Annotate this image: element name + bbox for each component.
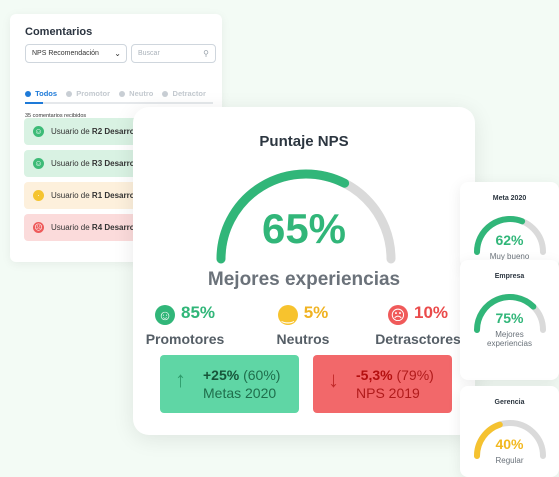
- dot-icon: [119, 90, 126, 97]
- mini-desc: Mejores experiencias: [487, 330, 532, 348]
- smile-icon: ☺: [33, 158, 44, 169]
- stat-detractores: ☹ 10% Detrasctores: [363, 303, 473, 347]
- comment-prefix: Usuario de: [51, 191, 92, 200]
- chat-icon: [25, 90, 31, 97]
- mini-title: Empresa: [494, 273, 525, 280]
- comparison-delta: +25%: [203, 367, 240, 383]
- stat-value: 85%: [180, 303, 216, 322]
- comparison-name: Metas 2020: [203, 385, 277, 401]
- filter-detractor[interactable]: Detractor: [162, 89, 206, 98]
- neutral-face-icon: ‿: [277, 305, 298, 325]
- comments-title: Comentarios: [25, 26, 93, 38]
- comment-prefix: Usuario de: [51, 223, 92, 232]
- filter-label: Neutro: [129, 89, 154, 98]
- arrow-up-icon: ↑: [175, 367, 186, 392]
- comment-filters: Todos Promotor Neutro Detractor: [25, 89, 213, 98]
- neutral-face-icon: ·: [33, 190, 44, 201]
- mini-card-empresa: Empresa 75% Mejores experiencias: [460, 260, 559, 380]
- stat-value: 10%: [413, 303, 449, 322]
- stat-neutros: ‿ 5% Neutros: [248, 303, 358, 347]
- comparison-nps-2019: ↓ -5,3% (79%) NPS 2019: [313, 355, 452, 413]
- smile-icon: ☺: [154, 305, 175, 325]
- filter-label: Detractor: [172, 89, 206, 98]
- nps-score: 65%: [261, 205, 347, 252]
- mini-value: 40%: [495, 436, 524, 452]
- filter-label: Promotor: [76, 89, 110, 98]
- arrow-down-icon: ↓: [328, 367, 339, 392]
- filter-underline: [25, 102, 213, 104]
- filter-promotor[interactable]: Promotor: [66, 89, 110, 98]
- chevron-down-icon: ⌄: [114, 49, 121, 58]
- mini-title: Meta 2020: [492, 195, 527, 202]
- search-placeholder: Buscar: [138, 50, 160, 57]
- mini-value: 62%: [495, 232, 524, 248]
- mini-card-gerencia: Gerencia 40% Regular: [460, 386, 559, 477]
- stat-promotores: ☺ 85% Promotores: [130, 303, 240, 347]
- filter-neutro[interactable]: Neutro: [119, 89, 153, 98]
- nps-select-value: NPS Recomendación: [32, 50, 99, 57]
- stat-label: Neutros: [276, 331, 330, 347]
- dot-icon: [162, 90, 169, 97]
- sad-face-icon: ☹: [387, 305, 408, 325]
- comparison-name: NPS 2019: [356, 385, 420, 401]
- stat-label: Promotores: [145, 331, 225, 347]
- comment-prefix: Usuario de: [51, 127, 92, 136]
- search-input[interactable]: Buscar ⚲: [131, 44, 216, 63]
- nps-select[interactable]: NPS Recomendación ⌄: [25, 44, 127, 63]
- stat-label: Detrasctores: [375, 331, 461, 347]
- stat-value: 5%: [303, 303, 329, 322]
- mini-card-meta-2020: Meta 2020 62% Muy bueno: [460, 182, 559, 268]
- smile-icon: ☺: [33, 126, 44, 137]
- nps-label: Mejores experiencias: [207, 269, 401, 290]
- comparison-metas: ↑ +25% (60%) Metas 2020: [160, 355, 299, 413]
- mini-value: 75%: [495, 310, 524, 326]
- mini-title: Gerencia: [494, 399, 525, 406]
- mini-desc: Regular: [495, 456, 524, 465]
- dot-icon: [66, 90, 73, 97]
- comparison-ref: (79%): [396, 367, 434, 383]
- search-icon: ⚲: [203, 49, 209, 58]
- comment-prefix: Usuario de: [51, 159, 92, 168]
- nps-title: Puntaje NPS: [259, 133, 349, 150]
- comparison-delta: -5,3%: [356, 367, 393, 383]
- comparison-ref: (60%): [243, 367, 281, 383]
- nps-card: Puntaje NPS 65% Mejores experiencias ☺ 85…: [133, 107, 475, 435]
- filter-label: Todos: [35, 89, 58, 98]
- filter-active-indicator: [25, 102, 43, 104]
- filter-todos[interactable]: Todos: [25, 89, 57, 98]
- sad-face-icon: ☹: [33, 222, 44, 233]
